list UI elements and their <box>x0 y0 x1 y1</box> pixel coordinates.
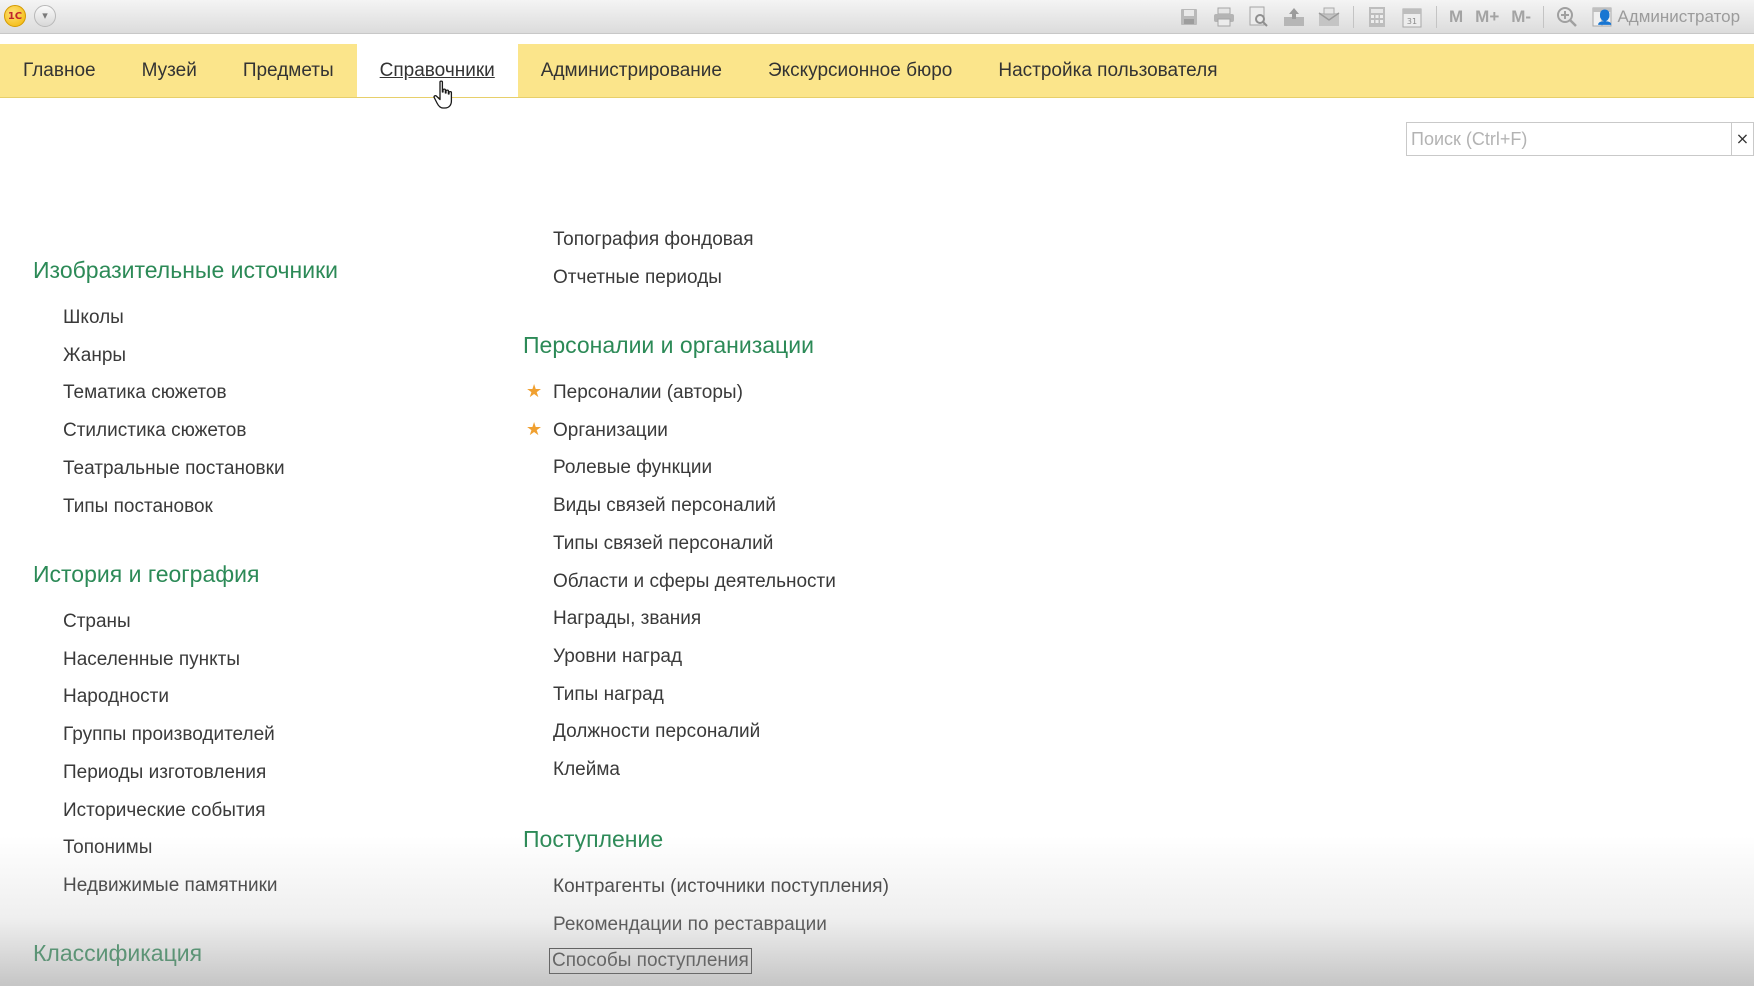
section-tab-5[interactable]: Экскурсионное бюро <box>745 44 975 97</box>
nav-link[interactable]: Награды, звания <box>553 608 701 630</box>
nav-link[interactable]: Виды связей персоналий <box>553 495 776 517</box>
favorite-star-icon[interactable]: ★ <box>526 419 542 440</box>
group-title: Персоналии и организации <box>523 332 814 358</box>
group-title: Изобразительные источники <box>33 257 338 283</box>
current-user[interactable]: 👤 Администратор <box>1596 5 1740 29</box>
nav-link[interactable]: Должности персоналий <box>553 721 760 743</box>
nav-link[interactable]: Типы постановок <box>63 496 213 518</box>
calculator-icon[interactable] <box>1366 6 1388 28</box>
upload-icon[interactable] <box>1283 6 1305 28</box>
nav-link[interactable]: Топонимы <box>63 837 152 859</box>
section-tab-2[interactable]: Предметы <box>220 44 357 97</box>
main-menu-button[interactable]: ▾ <box>34 5 56 27</box>
group-title: Поступление <box>523 826 664 852</box>
section-tab-4[interactable]: Администрирование <box>518 44 745 97</box>
system-toolbar: 1С ▾ 31 M M+ M- 👤 Администратор <box>0 0 1754 34</box>
memory-subtract-button[interactable]: M- <box>1511 6 1531 28</box>
nav-link[interactable]: Контрагенты (источники поступления) <box>553 876 889 898</box>
nav-link[interactable]: Страны <box>63 611 131 633</box>
app-logo-icon[interactable]: 1С <box>4 5 26 27</box>
nav-link[interactable]: Периоды изготовления <box>63 762 266 784</box>
nav-link[interactable]: Способы поступления <box>549 948 752 975</box>
nav-link[interactable]: Рекомендации по реставрации <box>553 914 827 936</box>
nav-link[interactable]: Недвижимые памятники <box>63 875 278 897</box>
toolbar-separator <box>1543 6 1545 28</box>
bottom-fade <box>0 836 1754 986</box>
nav-link[interactable]: Области и сферы деятельности <box>553 571 836 593</box>
nav-link[interactable]: Отчетные периоды <box>553 267 722 289</box>
section-tab-1[interactable]: Музей <box>119 44 220 97</box>
nav-link[interactable]: Персоналии (авторы) <box>553 382 743 404</box>
group-title: Классификация <box>33 940 203 966</box>
section-tab-6[interactable]: Настройка пользователя <box>975 44 1240 97</box>
nav-link[interactable]: Тематика сюжетов <box>63 382 227 404</box>
memory-add-button[interactable]: M+ <box>1475 6 1499 28</box>
group-title: История и география <box>33 561 260 587</box>
search-input[interactable] <box>1406 122 1732 156</box>
sections-panel: Главное Музей Предметы Справочники Администр… <box>0 44 1754 98</box>
nav-link[interactable]: Школы <box>63 307 124 329</box>
nav-link[interactable]: Организации <box>553 420 668 442</box>
print-icon[interactable] <box>1213 6 1235 28</box>
toolbar-separator <box>1353 6 1354 28</box>
calendar-icon[interactable]: 31 <box>1401 6 1423 28</box>
nav-link[interactable]: Типы наград <box>553 684 664 706</box>
nav-link[interactable]: Стилистика сюжетов <box>63 420 246 442</box>
nav-link[interactable]: Уровни наград <box>553 646 682 668</box>
nav-link[interactable]: Народности <box>63 686 169 708</box>
nav-link[interactable]: Топография фондовая <box>553 229 754 251</box>
clear-search-button[interactable]: × <box>1732 122 1754 156</box>
section-tab-0[interactable]: Главное <box>0 44 119 97</box>
user-icon: 👤 <box>1596 8 1614 25</box>
nav-link[interactable]: Театральные постановки <box>63 458 285 480</box>
toolbar-separator <box>1436 6 1437 28</box>
save-icon[interactable] <box>1178 6 1200 28</box>
nav-link[interactable]: Типы связей персоналий <box>553 533 773 555</box>
preview-icon[interactable] <box>1248 6 1270 28</box>
nav-link[interactable]: Группы производителей <box>63 724 275 746</box>
favorite-star-icon[interactable]: ★ <box>526 381 542 402</box>
memory-m-button[interactable]: M <box>1449 6 1463 28</box>
zoom-icon[interactable] <box>1556 6 1578 28</box>
nav-link[interactable]: Исторические события <box>63 800 266 822</box>
user-name: Администратор <box>1617 7 1741 26</box>
mail-icon[interactable] <box>1318 6 1340 28</box>
nav-link[interactable]: Населенные пункты <box>63 649 240 671</box>
nav-link[interactable]: Клейма <box>553 759 620 781</box>
nav-link[interactable]: Ролевые функции <box>553 457 712 479</box>
hand-cursor-icon <box>433 80 453 109</box>
nav-link[interactable]: Жанры <box>63 345 126 367</box>
toolbar-icons: 31 M M+ M- <box>1178 5 1626 29</box>
svg-text:31: 31 <box>1407 17 1417 26</box>
